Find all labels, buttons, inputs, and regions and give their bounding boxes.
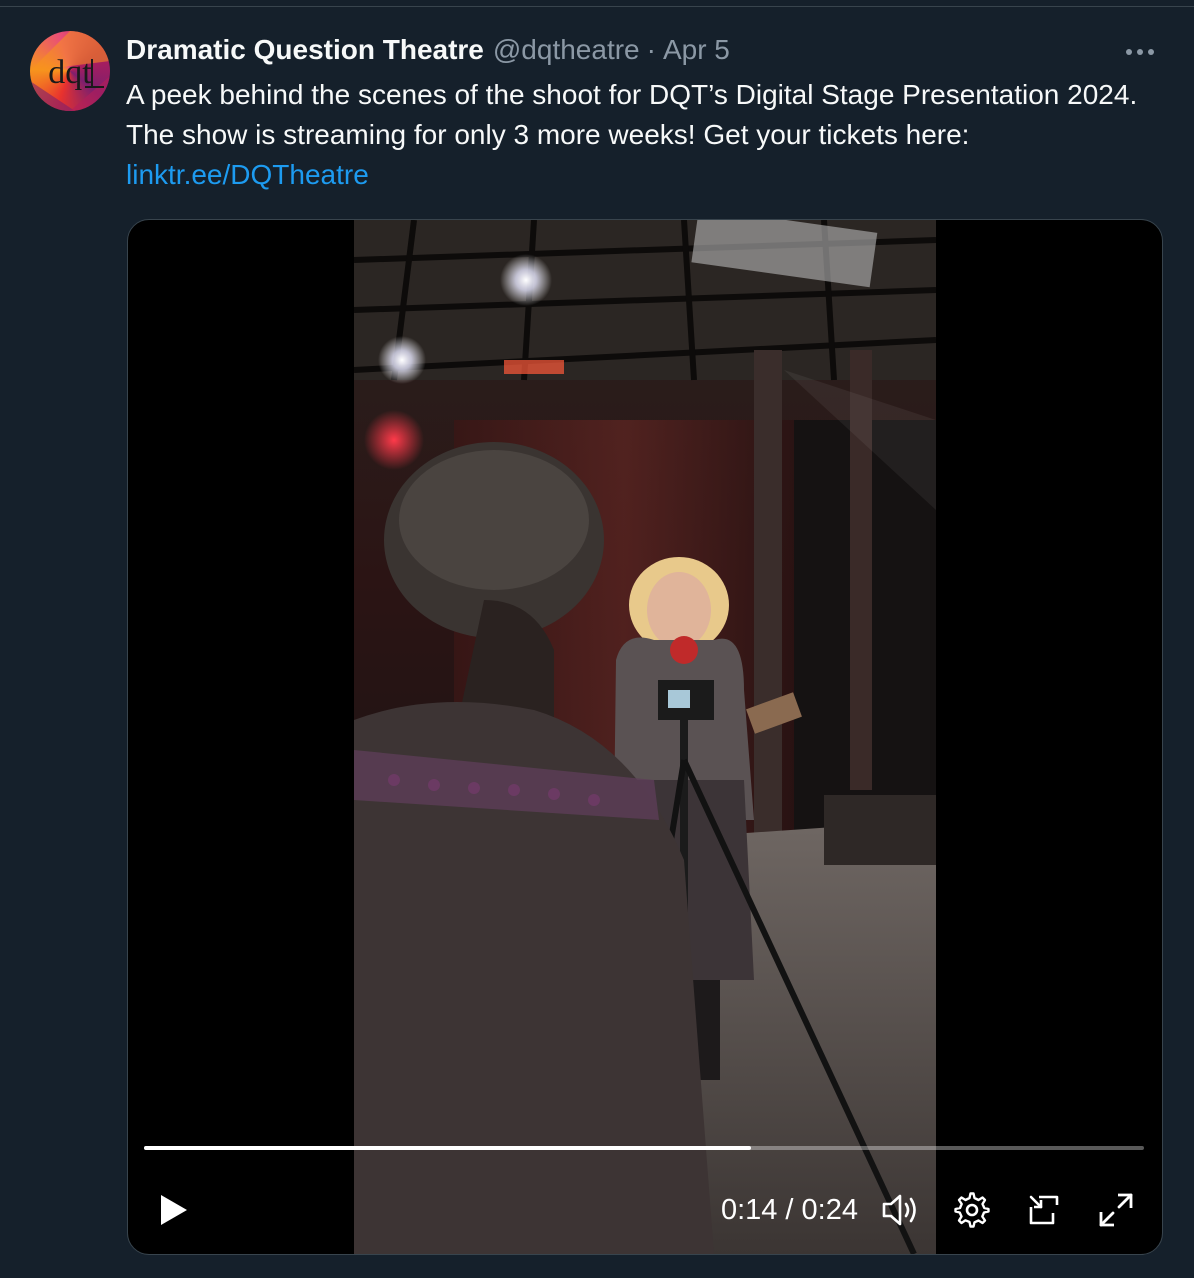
video-time-display: 0:14 / 0:24 (720, 1194, 858, 1226)
video-frame[interactable] (354, 220, 936, 1254)
video-progress-fill (144, 1146, 751, 1150)
play-button[interactable] (154, 1190, 194, 1230)
avatar[interactable]: dqt (30, 31, 110, 111)
tweet-text: A peek behind the scenes of the shoot fo… (126, 75, 1176, 195)
picture-in-picture-button[interactable] (1024, 1190, 1064, 1230)
fullscreen-icon (1099, 1193, 1133, 1227)
tweet-header: Dramatic Question Theatre @dqtheatre · A… (126, 30, 730, 70)
fullscreen-button[interactable] (1096, 1190, 1136, 1230)
video-still-image (354, 220, 936, 1254)
tweet-link[interactable]: linktr.ee/DQTheatre (126, 155, 1176, 195)
video-controls: 0:14 / 0:24 (128, 1180, 1162, 1240)
volume-button[interactable] (880, 1190, 920, 1230)
svg-text:dqt: dqt (48, 54, 92, 91)
play-icon (161, 1195, 187, 1225)
video-player[interactable]: 0:14 / 0:24 (127, 219, 1163, 1255)
gear-icon (954, 1192, 990, 1228)
tweet-date[interactable]: Apr 5 (663, 34, 730, 66)
more-options-button[interactable] (1120, 38, 1160, 66)
dqt-logo-icon: dqt (30, 31, 110, 111)
volume-icon (882, 1194, 916, 1226)
user-handle[interactable]: @dqtheatre (493, 34, 640, 66)
top-divider (0, 0, 1194, 7)
more-horizontal-icon (1126, 49, 1154, 55)
settings-button[interactable] (952, 1190, 992, 1230)
header-separator: · (646, 34, 656, 65)
display-name[interactable]: Dramatic Question Theatre (126, 34, 484, 66)
tweet-body: A peek behind the scenes of the shoot fo… (126, 79, 1138, 150)
pip-icon (1029, 1195, 1059, 1225)
video-progress-bar[interactable] (144, 1146, 1144, 1150)
